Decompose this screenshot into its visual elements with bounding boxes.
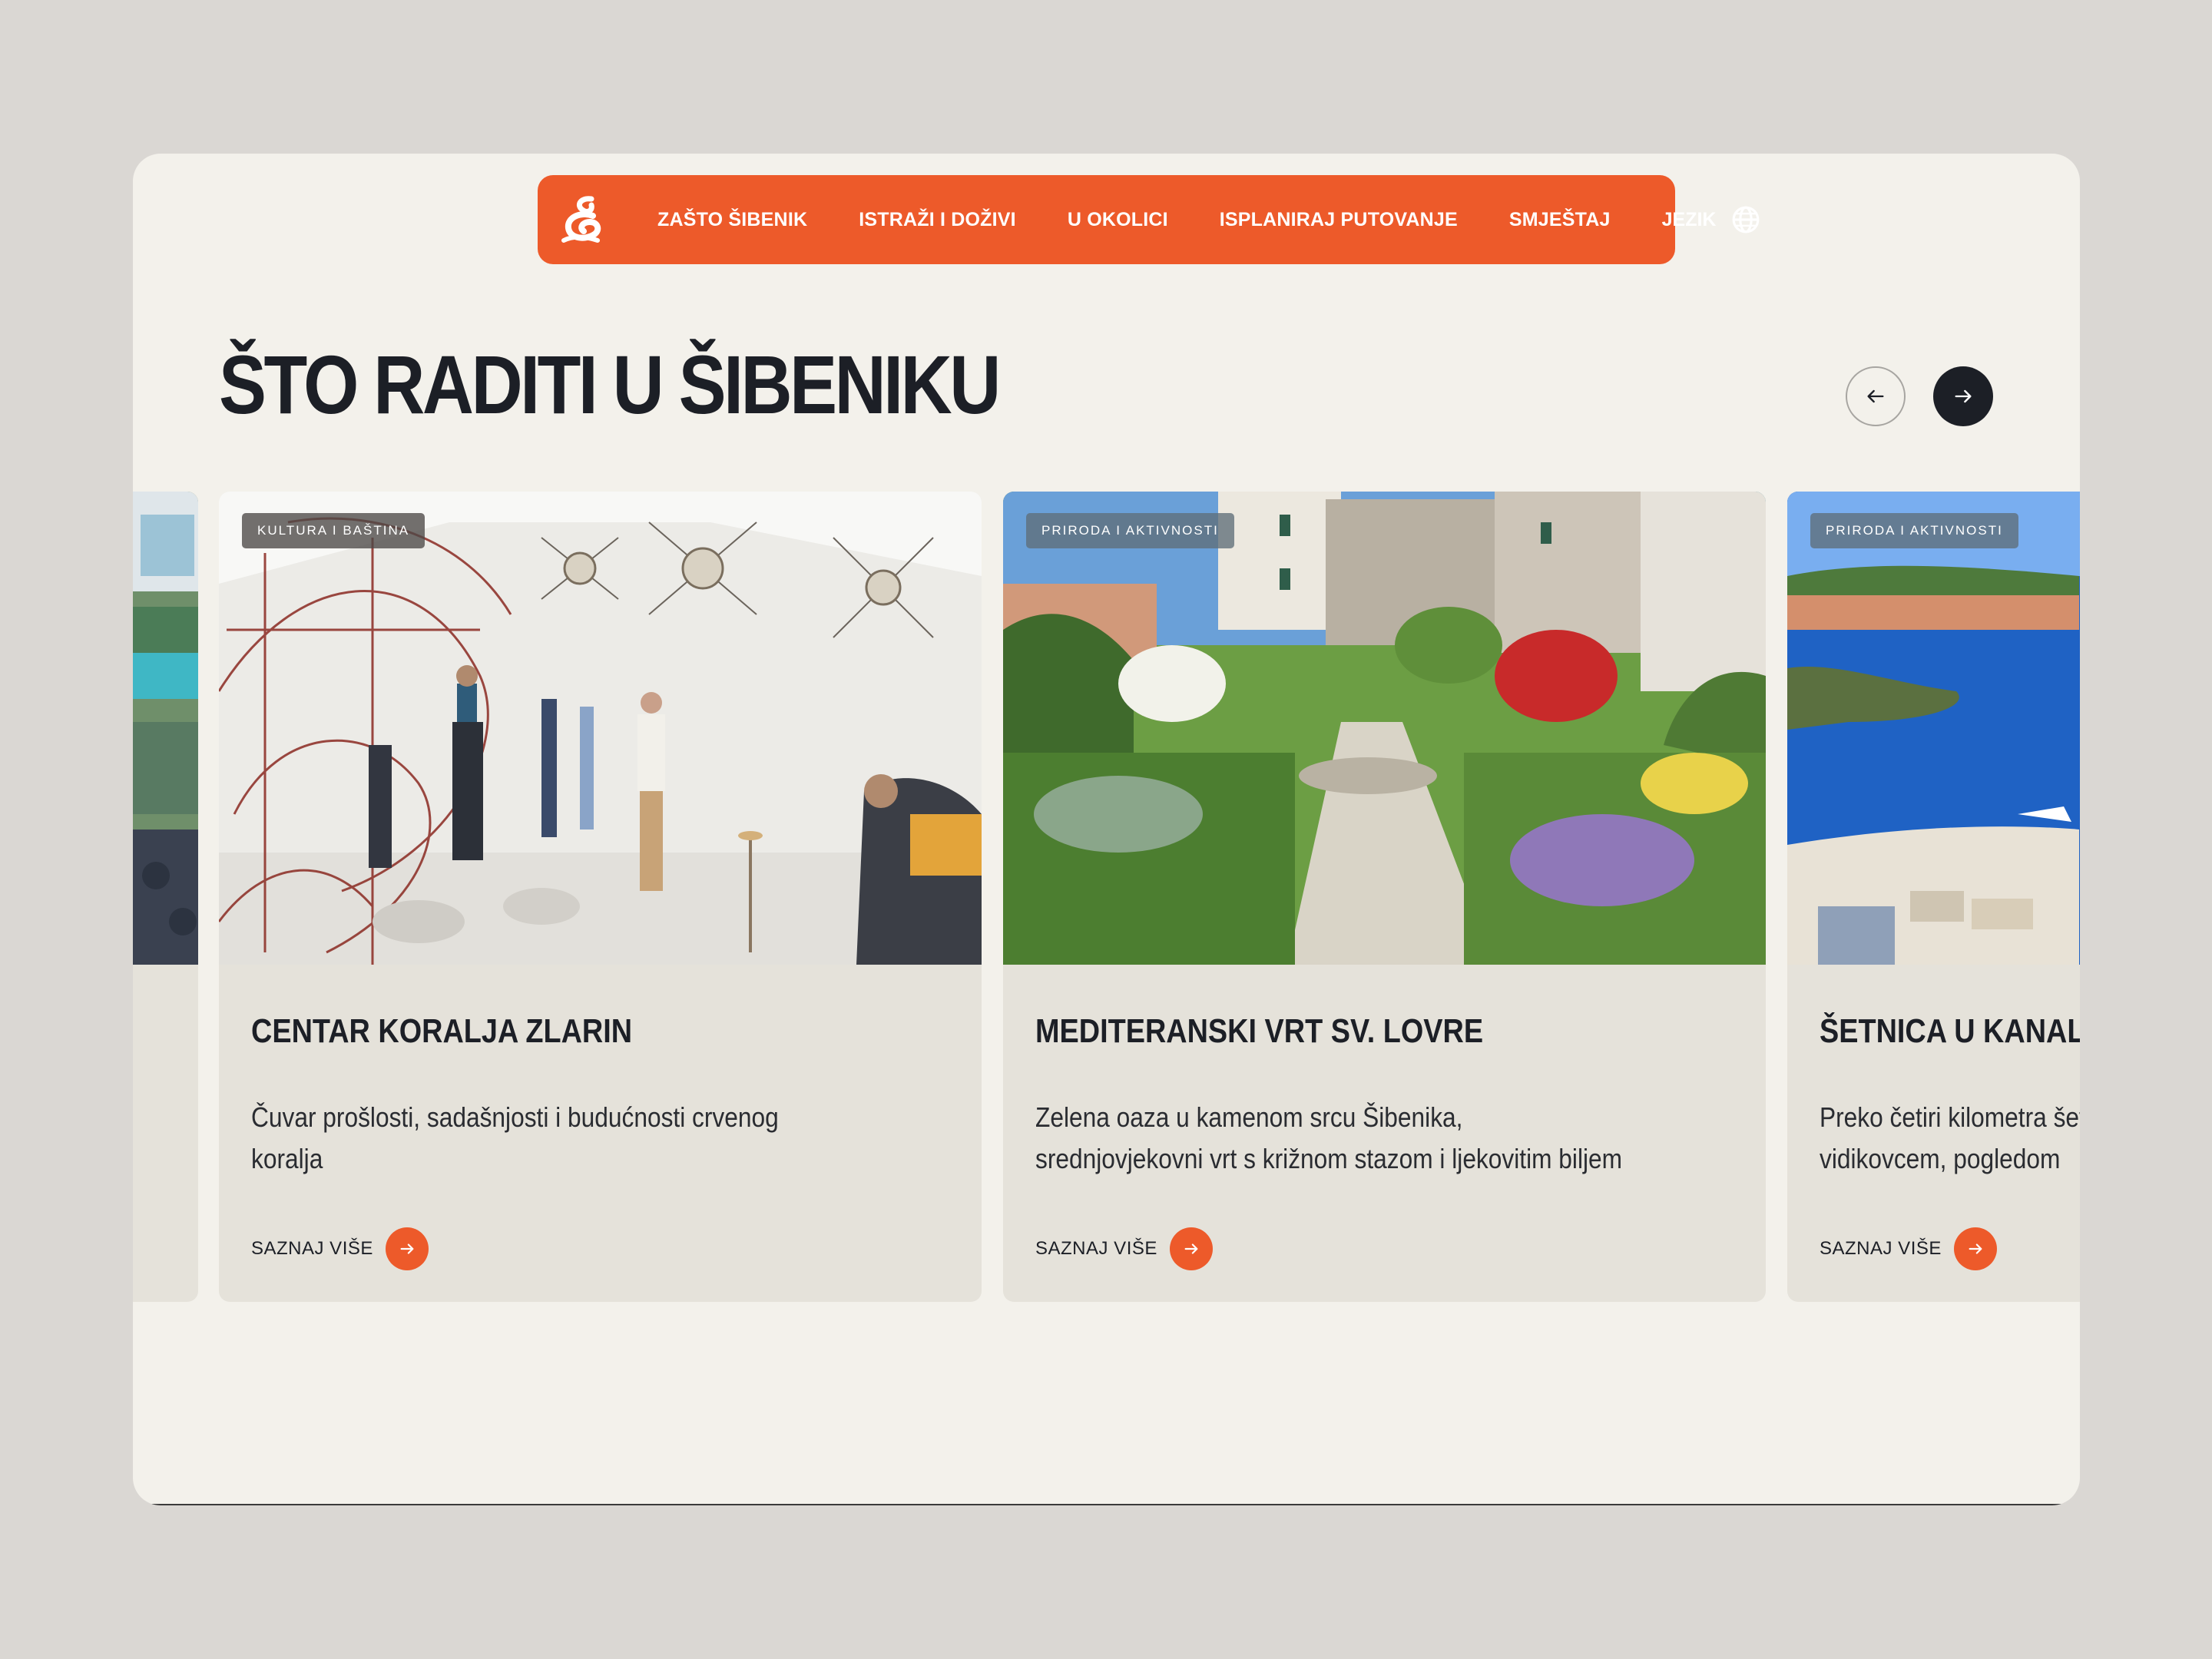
card-more-button[interactable] <box>1953 1227 1997 1270</box>
card-more-link[interactable]: SAZNAJ VIŠE <box>1820 1227 1997 1270</box>
globe-icon <box>1733 206 1760 233</box>
nav-item-smjestaj[interactable]: SMJEŠTAJ <box>1509 209 1611 231</box>
carousel-prev-button[interactable] <box>1846 366 1906 426</box>
arrow-right-icon <box>400 1243 414 1254</box>
card-more-button[interactable] <box>1169 1227 1213 1270</box>
nav-item-isplaniraj-putovanje[interactable]: ISPLANIRAJ PUTOVANJE <box>1220 209 1458 231</box>
card-image <box>133 492 198 965</box>
card-more-label: SAZNAJ VIŠE <box>1035 1238 1157 1259</box>
carousel-card-mediteranski-vrt[interactable]: PRIRODA I AKTIVNOSTI MEDITERANSKI VRT SV… <box>1003 492 1766 1302</box>
carousel-card-partial-left[interactable] <box>133 492 198 1302</box>
card-description: Čuvar prošlosti, sadašnjosti i budućnost… <box>251 1101 779 1174</box>
carousel-card-setnica-u-kanalu[interactable]: PRIRODA I AKTIVNOSTI ŠETNICA U KANALU SV… <box>1787 492 2080 1302</box>
card-image: PRIRODA I AKTIVNOSTI <box>1003 492 1766 965</box>
language-selector[interactable]: JEZIK <box>1662 205 1761 234</box>
nav-item-u-okolici[interactable]: U OKOLICI <box>1068 209 1168 231</box>
card-title: ŠETNICA U KANALU SV. ANTE <box>1820 1012 2080 1050</box>
card-more-link[interactable]: SAZNAJ VIŠE <box>251 1227 429 1270</box>
card-category-tag: PRIRODA I AKTIVNOSTI <box>1810 513 2018 548</box>
carousel-card-centar-koralja[interactable]: KULTURA I BAŠTINA CENTAR KORALJA ZLARIN … <box>219 492 982 1302</box>
page-frame: ZAŠTO ŠIBENIK ISTRAŽI I DOŽIVI U OKOLICI… <box>133 154 2080 1505</box>
card-description: Preko četiri kilometra šetnice uz kanal … <box>1820 1101 2080 1174</box>
card-image: PRIRODA I AKTIVNOSTI <box>1787 492 2080 965</box>
card-title: CENTAR KORALJA ZLARIN <box>251 1012 633 1050</box>
arrow-right-icon <box>1184 1243 1198 1254</box>
nav-item-zasto-sibenik[interactable]: ZAŠTO ŠIBENIK <box>657 209 807 231</box>
sibenik-logo-icon[interactable] <box>558 193 611 247</box>
card-more-label: SAZNAJ VIŠE <box>251 1238 373 1259</box>
card-title: MEDITERANSKI VRT SV. LOVRE <box>1035 1012 1484 1050</box>
nav-item-istrazi-i-dozivi[interactable]: ISTRAŽI I DOŽIVI <box>859 209 1016 231</box>
card-more-link[interactable]: SAZNAJ VIŠE <box>1035 1227 1213 1270</box>
card-category-tag: PRIRODA I AKTIVNOSTI <box>1026 513 1234 548</box>
arrow-right-icon <box>1969 1243 1982 1254</box>
main-nav: ZAŠTO ŠIBENIK ISTRAŽI I DOŽIVI U OKOLICI… <box>538 175 1760 264</box>
card-category-tag: KULTURA I BAŠTINA <box>242 513 426 548</box>
arrow-left-icon <box>1867 389 1884 403</box>
card-more-button[interactable] <box>385 1227 429 1270</box>
card-more-label: SAZNAJ VIŠE <box>1820 1238 1942 1259</box>
card-description: Zelena oaza u kamenom srcu Šibenika, sre… <box>1035 1101 1623 1174</box>
arrow-right-icon <box>1955 389 1972 403</box>
card-image: KULTURA I BAŠTINA <box>219 492 982 965</box>
section-title: ŠTO RADITI U ŠIBENIKU <box>219 338 1001 431</box>
carousel-next-button[interactable] <box>1933 366 1993 426</box>
frame-bottom-divider <box>133 1504 2080 1505</box>
language-label: JEZIK <box>1661 208 1717 230</box>
